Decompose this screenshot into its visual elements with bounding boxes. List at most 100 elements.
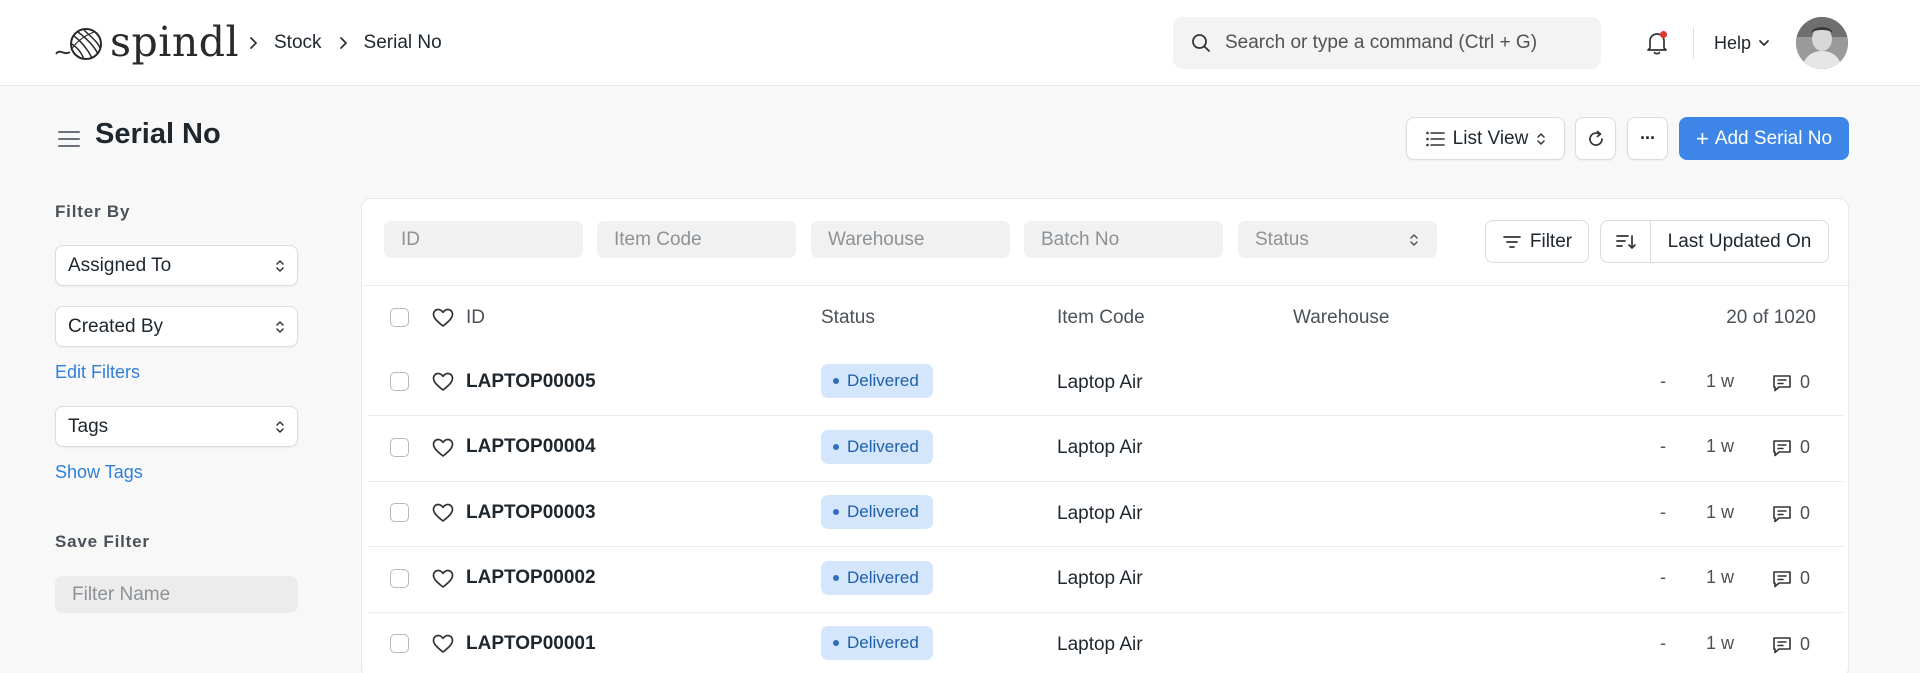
status-dot [833,444,839,450]
chevron-down-icon [1759,40,1769,46]
header-id[interactable]: ID [466,307,485,329]
notification-dot [1660,31,1667,38]
row-checkbox[interactable] [390,569,409,588]
refresh-icon [1588,130,1603,146]
tags-label: Tags [68,415,109,437]
filter-name-input[interactable]: Filter Name [55,576,298,613]
row-id-link[interactable]: LAPTOP00004 [466,436,596,458]
help-dropdown[interactable]: Help [1714,30,1771,56]
comment-icon [1773,570,1791,587]
status-badge[interactable]: Delivered [821,364,933,398]
comment-count-text: 0 [1800,372,1811,392]
empty-cell: - [1660,502,1666,522]
sort-updown-icon [276,259,284,272]
modified-time: 1 w [1706,436,1735,456]
sort-order-icon [1615,234,1636,249]
comment-icon [1773,505,1791,522]
empty-cell: - [1660,436,1666,456]
help-label: Help [1714,32,1752,53]
batch-no-filter-input[interactable]: Batch No [1024,221,1223,258]
search-input[interactable]: Search or type a command (Ctrl + G) [1173,17,1601,69]
modified-time: 1 w [1706,633,1735,653]
row-checkbox[interactable] [390,372,409,391]
show-tags-link[interactable]: Show Tags [55,462,143,483]
comment-count[interactable]: 0 [1772,372,1810,393]
more-label: ··· [1640,128,1656,148]
breadcrumb-stock[interactable]: Stock [274,32,322,54]
status-badge[interactable]: Delivered [821,430,933,464]
add-serial-no-button[interactable]: + Add Serial No [1679,117,1849,160]
row-id-link[interactable]: LAPTOP00001 [466,633,596,655]
filter-by-label: Filter By [55,202,131,221]
sort-field-button[interactable]: Last Updated On [1650,220,1829,263]
row-divider [368,481,1844,482]
app-logo[interactable]: spindl [54,14,239,70]
created-by-select[interactable]: Created By [55,306,298,347]
header-item-code[interactable]: Item Code [1057,307,1145,329]
heart-icon[interactable] [432,372,454,392]
heart-icon[interactable] [432,634,454,654]
warehouse-filter-placeholder: Warehouse [828,228,925,250]
heart-icon[interactable] [432,308,454,328]
assigned-to-select[interactable]: Assigned To [55,245,298,286]
modified-time: 1 w [1706,371,1735,391]
comment-count[interactable]: 0 [1772,437,1810,458]
tags-select[interactable]: Tags [55,406,298,447]
item-code-cell: Laptop Air [1057,503,1143,524]
item-code-cell: Laptop Air [1057,372,1143,393]
add-button-label: Add Serial No [1714,127,1833,149]
list-panel: ID Item Code Warehouse Batch No Status F… [361,198,1850,673]
created-by-label: Created By [68,315,164,337]
status-badge[interactable]: Delivered [821,561,933,595]
sort-updown-icon [1537,132,1546,145]
heart-icon[interactable] [432,569,454,589]
status-badge[interactable]: Delivered [821,495,933,529]
row-checkbox[interactable] [390,634,409,653]
header-status[interactable]: Status [821,307,875,329]
status-dot [833,378,839,384]
save-filter-label: Save Filter [55,532,150,551]
plus-icon: + [1695,125,1709,151]
modified-time: 1 w [1706,502,1735,522]
item-code-filter-input[interactable]: Item Code [597,221,796,258]
search-placeholder: Search or type a command (Ctrl + G) [1225,32,1538,53]
item-code-filter-placeholder: Item Code [614,228,702,250]
status-badge[interactable]: Delivered [821,626,933,660]
filter-button[interactable]: Filter [1485,220,1589,263]
status-text: Delivered [847,371,919,390]
comment-count[interactable]: 0 [1772,568,1810,589]
panel-divider [362,285,1850,286]
more-options-button[interactable]: ··· [1627,117,1668,160]
heart-icon[interactable] [432,503,454,523]
row-id-link[interactable]: LAPTOP00005 [466,371,596,393]
id-filter-input[interactable]: ID [384,221,583,258]
row-id-link[interactable]: LAPTOP00003 [466,502,596,524]
chevron-right-icon [246,36,260,50]
sort-field-label: Last Updated On [1667,230,1812,252]
list-view-button[interactable]: List View [1406,117,1565,160]
avatar[interactable] [1796,17,1848,69]
comment-count[interactable]: 0 [1772,503,1810,524]
comment-count[interactable]: 0 [1772,634,1810,655]
row-checkbox[interactable] [390,503,409,522]
select-all-checkbox[interactable] [390,308,409,327]
status-filter-placeholder: Status [1255,228,1309,250]
refresh-button[interactable] [1575,117,1616,160]
sort-updown-icon [276,420,284,433]
comment-count-text: 0 [1800,568,1811,588]
status-filter-select[interactable]: Status [1238,221,1437,258]
header-warehouse[interactable]: Warehouse [1293,307,1389,329]
menu-icon[interactable] [57,128,81,150]
status-dot [833,575,839,581]
heart-icon[interactable] [432,438,454,458]
row-checkbox[interactable] [390,438,409,457]
sort-order-button[interactable] [1600,220,1651,263]
warehouse-filter-input[interactable]: Warehouse [811,221,1010,258]
id-filter-placeholder: ID [401,228,420,250]
list-icon [1425,131,1445,146]
filter-button-label: Filter [1529,230,1573,252]
list-view-label: List View [1452,127,1529,149]
edit-filters-link[interactable]: Edit Filters [55,362,140,383]
row-id-link[interactable]: LAPTOP00002 [466,567,596,589]
breadcrumb-serial-no[interactable]: Serial No [364,32,442,54]
